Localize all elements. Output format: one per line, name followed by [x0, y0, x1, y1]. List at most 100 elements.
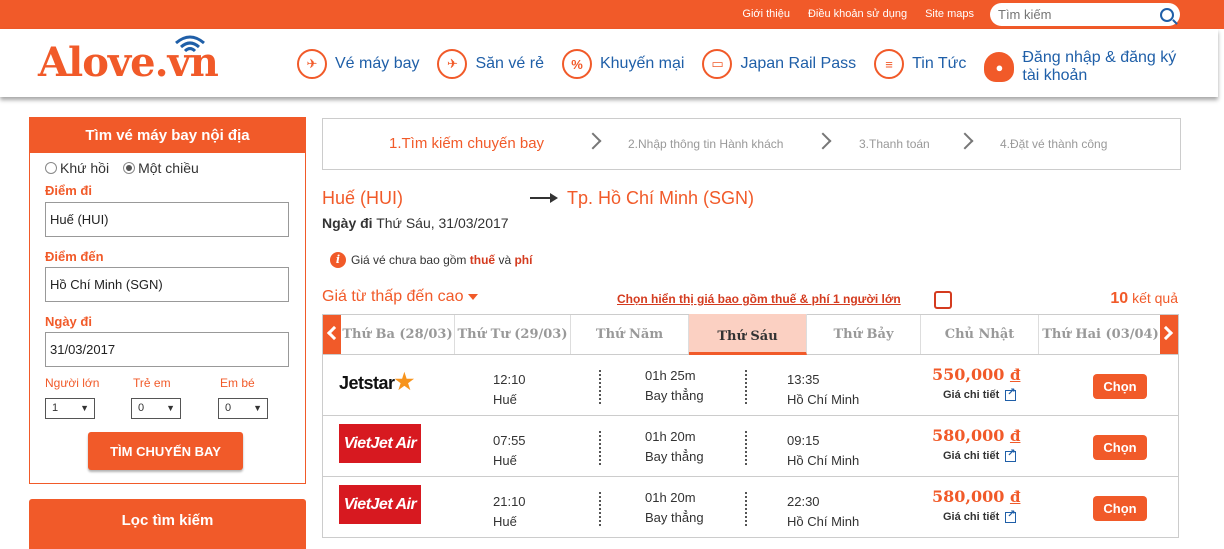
price: 550,000 đ [932, 365, 1020, 384]
nav-promotions[interactable]: % Khuyến mại [561, 49, 685, 79]
nav-deals-label: Săn vé rẻ [475, 55, 544, 72]
price-currency: đ [1009, 427, 1021, 445]
step-passenger: 2.Nhập thông tin Hành khách [628, 137, 784, 151]
top-link-about[interactable]: Giới thiệu [742, 8, 790, 20]
date-tabs: Thứ Ba (28/03) Thứ Tư (29/03) Thứ Năm (3… [322, 314, 1179, 389]
logo[interactable]: Alove.vn [38, 35, 219, 86]
price-note-text: Giá vé chưa bao gồm thuế và phí [351, 253, 532, 267]
arrive-info: 13:35 Hồ Chí Minh [787, 370, 859, 410]
depart-city: Huế [493, 514, 517, 529]
tab-date-6[interactable]: Thứ Hai (03/04) [1039, 315, 1162, 354]
show-fee-link[interactable]: Chọn hiển thị giá bao gồm thuế & phí 1 n… [617, 292, 901, 306]
radio-one-way-dot[interactable] [123, 162, 136, 174]
divider [599, 431, 601, 465]
filter-title: Lọc tìm kiếm [121, 512, 214, 529]
nav-promotions-label: Khuyến mại [599, 55, 685, 72]
to-field[interactable] [45, 267, 289, 302]
next-dates-button[interactable] [1158, 315, 1178, 354]
price-detail-link[interactable]: Giá chi tiết [943, 448, 1017, 462]
top-link-terms[interactable]: Điều khoản sử dụng [808, 8, 907, 20]
from-field[interactable] [45, 202, 289, 237]
note-and: và [495, 253, 515, 267]
route-to: Tp. Hồ Chí Minh (SGN) [567, 188, 755, 208]
booking-steps: 1.Tìm kiếm chuyến bay 2.Nhập thông tin H… [322, 118, 1181, 170]
step-payment: 3.Thanh toán [859, 137, 930, 151]
date-label: Ngày đi [45, 314, 92, 329]
top-search [990, 3, 1180, 26]
adults-select[interactable]: 1 [45, 398, 95, 419]
airline-logo-vietjet: VietJet Air [339, 424, 421, 463]
step-search: 1.Tìm kiếm chuyến bay [389, 135, 545, 152]
flight-row: Jetstar★ 12:10 Huế 01h 25m Bay thẳng 13:35… [322, 355, 1179, 416]
arrive-time: 09:15 [787, 433, 820, 448]
flight-search-form: Tìm vé máy bay nội địa Khứ hồi Một chiều… [29, 117, 306, 484]
nav-flights[interactable]: ✈ Vé máy bay [297, 49, 419, 79]
from-label: Điểm đi [45, 183, 92, 198]
choose-button[interactable]: Chọn [1093, 435, 1147, 460]
tab-date-4[interactable]: Thứ Bảy (01/04) [807, 315, 921, 381]
search-form-title: Tìm vé máy bay nội địa [30, 118, 305, 153]
arrive-time: 13:35 [787, 372, 820, 387]
nav-japan-rail[interactable]: ▭ Japan Rail Pass [702, 49, 856, 79]
nav-deals[interactable]: ✈ Săn vé rẻ [437, 49, 544, 79]
choose-button[interactable]: Chọn [1093, 374, 1147, 399]
tab-date-5[interactable]: Chủ Nhật (02/04) [921, 315, 1039, 381]
result-count: 10 kết quả [1110, 290, 1178, 308]
nav-news-label: Tin Tức [912, 55, 967, 72]
trip-type-options: Khứ hồi Một chiều [45, 160, 199, 176]
depart-date-value: Thứ Sáu, 31/03/2017 [376, 215, 509, 231]
depart-date-label: Ngày đi [322, 215, 373, 231]
depart-time: 21:10 [493, 494, 526, 509]
route-from: Huế (HUI) [322, 188, 404, 208]
tab-date-1[interactable]: Thứ Tư (29/03) [455, 315, 571, 354]
tab-date-3[interactable]: Thứ Sáu (31/03) [689, 314, 807, 389]
radio-round-trip-dot[interactable] [45, 162, 57, 174]
header: Alove.vn ✈ Vé máy bay ✈ Săn vé rẻ % Khuy… [0, 29, 1218, 97]
divider [599, 370, 601, 404]
external-link-icon [1005, 387, 1017, 401]
arrive-city: Hồ Chí Minh [787, 514, 860, 529]
airline-name: VietJet Air [343, 435, 417, 452]
tab-date-2[interactable]: Thứ Năm (30/03) [571, 315, 689, 381]
divider [745, 370, 747, 404]
flight-type: Bay thẳng [645, 388, 704, 403]
nav-news[interactable]: ≡ Tin Tức [874, 49, 966, 79]
search-flights-button[interactable]: TÌM CHUYẾN BAY [88, 432, 243, 470]
chevron-left-icon [326, 325, 342, 341]
adults-label: Người lớn [45, 376, 100, 390]
radio-one-way[interactable]: Một chiều [123, 160, 199, 176]
price-detail-link[interactable]: Giá chi tiết [943, 509, 1017, 523]
note-tax: thuế [469, 253, 496, 267]
price-detail-link[interactable]: Giá chi tiết [943, 387, 1017, 401]
radio-round-trip[interactable]: Khứ hồi [45, 160, 109, 176]
children-select[interactable]: 0 [131, 398, 181, 419]
step-success: 4.Đặt vé thành công [1000, 137, 1108, 151]
sort-dropdown[interactable]: Giá từ thấp đến cao [322, 288, 478, 306]
arrive-city: Hồ Chí Minh [787, 453, 860, 468]
choose-button[interactable]: Chọn [1093, 496, 1147, 521]
search-icon[interactable] [1160, 7, 1174, 22]
price-note: i Giá vé chưa bao gồm thuế và phí [330, 252, 532, 268]
search-input[interactable] [998, 7, 1160, 22]
depart-city: Huế [493, 453, 517, 468]
filter-panel: Lọc tìm kiếm [29, 499, 306, 549]
top-link-sitemap[interactable]: Site maps [925, 8, 974, 20]
price-currency: đ [1009, 366, 1021, 384]
flight-type: Bay thẳng [645, 449, 704, 464]
arrive-info: 22:30 Hồ Chí Minh [787, 492, 859, 532]
show-fee-checkbox[interactable] [934, 291, 952, 309]
duration-info: 01h 20m Bay thẳng [645, 427, 704, 467]
nav-login[interactable]: ● Đăng nhập & đăng ký tài khoản [984, 49, 1192, 85]
depart-time: 12:10 [493, 372, 526, 387]
nav-japan-rail-label: Japan Rail Pass [740, 55, 857, 72]
infants-select[interactable]: 0 [218, 398, 268, 419]
divider [745, 492, 747, 526]
airline-name: Jetstar [339, 373, 395, 393]
date-field[interactable] [45, 332, 289, 367]
duration-info: 01h 25m Bay thẳng [645, 366, 704, 406]
tab-date-0[interactable]: Thứ Ba (28/03) [341, 315, 455, 354]
price-value: 580,000 [932, 426, 1005, 445]
depart-time: 07:55 [493, 433, 526, 448]
price-value: 580,000 [932, 487, 1005, 506]
prev-dates-button[interactable] [323, 315, 342, 354]
